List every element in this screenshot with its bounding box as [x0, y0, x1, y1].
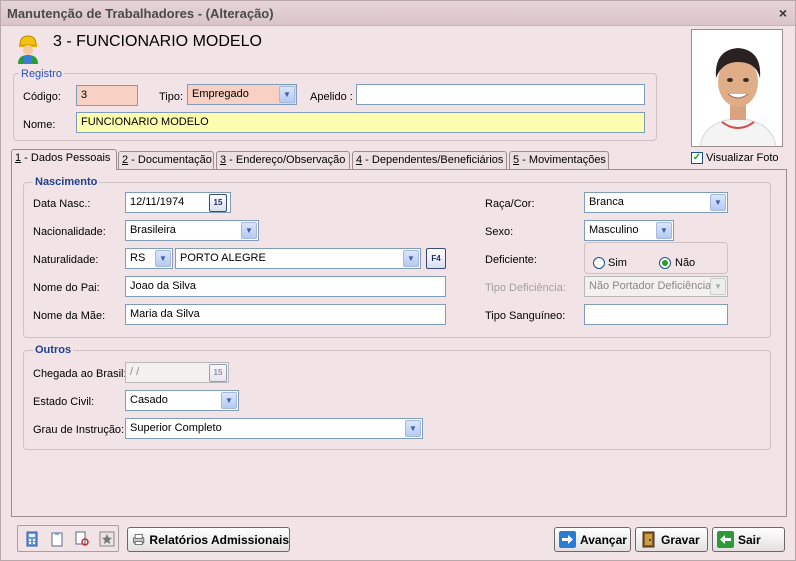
close-icon[interactable]: × — [779, 5, 787, 21]
instrucao-value: Superior Completo — [130, 422, 222, 434]
estado-civil-value: Casado — [130, 394, 168, 406]
calendar-icon: 15 — [209, 364, 227, 382]
tipo-deficiencia-value: Não Portador Deficiência — [589, 280, 712, 292]
instrucao-select[interactable]: Superior Completo ▼ — [125, 418, 423, 439]
data-nasc-value: 12/11/1974 — [130, 196, 185, 208]
chevron-down-icon: ▼ — [656, 222, 672, 239]
tab-label: - Documentação — [128, 154, 212, 166]
mae-field[interactable]: Maria da Silva — [125, 304, 446, 325]
tipo-select-value: Empregado — [192, 88, 249, 100]
codigo-field[interactable]: 3 — [76, 85, 138, 106]
estado-civil-select[interactable]: Casado ▼ — [125, 390, 239, 411]
arrow-right-icon — [559, 531, 576, 548]
f4-lookup-button[interactable]: F4 — [426, 248, 446, 269]
tab-label: - Movimentações — [519, 154, 606, 166]
deficiente-nao-radio[interactable] — [659, 257, 671, 269]
chevron-down-icon: ▼ — [241, 222, 257, 239]
estado-civil-label: Estado Civil: — [33, 396, 95, 408]
document-search-icon[interactable] — [74, 531, 90, 547]
sair-button[interactable]: Sair — [712, 527, 785, 552]
calendar-icon[interactable]: 15 — [209, 194, 227, 212]
tipo-deficiencia-select: Não Portador Deficiência ▼ — [584, 276, 728, 297]
naturalidade-uf-select[interactable]: RS ▼ — [125, 248, 173, 269]
naturalidade-label: Naturalidade: — [33, 254, 99, 266]
deficiente-radio-group — [584, 242, 728, 274]
worker-icon — [18, 35, 38, 64]
deficiente-label: Deficiente: — [485, 254, 537, 266]
tab-documentacao[interactable]: 2 - Documentação — [118, 151, 214, 169]
tab-movimentacoes[interactable]: 5 - Movimentações — [509, 151, 609, 169]
printer-icon — [133, 533, 145, 546]
tab-label: - Dados Pessoais — [21, 152, 111, 164]
calculator-icon[interactable] — [24, 531, 40, 547]
pai-label: Nome do Pai: — [33, 282, 100, 294]
raca-label: Raça/Cor: — [485, 198, 535, 210]
relatorios-label: Relatórios Admissionais — [149, 532, 289, 547]
chegada-label: Chegada ao Brasil: — [33, 368, 127, 380]
employee-heading: 3 - FUNCIONARIO MODELO — [53, 33, 262, 50]
tipo-select[interactable]: Empregado ▼ — [187, 84, 297, 105]
nascimento-group-title: Nascimento — [33, 176, 100, 188]
registro-group-title: Registro — [19, 68, 64, 80]
codigo-label: Código: — [23, 91, 61, 103]
outros-group-title: Outros — [33, 344, 74, 356]
gravar-label: Gravar — [661, 532, 700, 547]
tab-dependentes[interactable]: 4 - Dependentes/Beneficiários — [352, 151, 507, 169]
sexo-select[interactable]: Masculino ▼ — [584, 220, 674, 241]
tab-label: - Endereço/Observação — [226, 154, 346, 166]
apelido-field[interactable] — [356, 84, 645, 105]
tipo-label: Tipo: — [159, 91, 184, 103]
deficiente-nao-label: Não — [675, 257, 696, 269]
raca-value: Branca — [589, 196, 624, 208]
instrucao-label: Grau de Instrução: — [33, 424, 125, 436]
title-bar[interactable]: Manutenção de Trabalhadores - (Alteração… — [1, 1, 795, 26]
apelido-label: Apelido : — [310, 91, 353, 103]
exit-arrow-icon — [717, 531, 734, 548]
raca-select[interactable]: Branca ▼ — [584, 192, 728, 213]
employee-photo-image — [692, 30, 782, 146]
mae-label: Nome da Mãe: — [33, 310, 106, 322]
relatorios-admissionais-button[interactable]: Relatórios Admissionais — [127, 527, 290, 552]
tab-dados-pessoais[interactable]: 1 - Dados Pessoais — [11, 149, 117, 170]
nome-field[interactable]: FUNCIONARIO MODELO — [76, 112, 645, 133]
chegada-value: / / — [130, 366, 140, 378]
gravar-button[interactable]: Gravar — [635, 527, 708, 552]
clipboard-icon[interactable] — [49, 531, 65, 547]
deficiente-sim-label: Sim — [608, 257, 627, 269]
avancar-button[interactable]: Avançar — [554, 527, 631, 552]
chevron-down-icon: ▼ — [155, 250, 171, 267]
chevron-down-icon: ▼ — [710, 194, 726, 211]
sexo-label: Sexo: — [485, 226, 514, 238]
window-title: Manutenção de Trabalhadores - (Alteração… — [7, 6, 274, 21]
employee-photo — [691, 29, 783, 147]
naturalidade-city-value: PORTO ALEGRE — [180, 252, 266, 264]
nacionalidade-value: Brasileira — [130, 224, 176, 236]
chevron-down-icon: ▼ — [405, 420, 421, 437]
naturalidade-city-select[interactable]: PORTO ALEGRE ▼ — [175, 248, 421, 269]
show-photo-label: Visualizar Foto — [706, 152, 779, 164]
main-window: Manutenção de Trabalhadores - (Alteração… — [0, 0, 796, 561]
deficiente-sim-radio[interactable] — [593, 257, 605, 269]
avancar-label: Avançar — [580, 532, 627, 547]
toolbar-icons — [17, 525, 119, 552]
pai-field[interactable]: Joao da Silva — [125, 276, 446, 297]
chevron-down-icon: ▼ — [710, 278, 726, 295]
data-nasc-label: Data Nasc.: — [33, 198, 91, 210]
save-door-icon — [642, 531, 655, 548]
tab-label: - Dependentes/Beneficiários — [362, 154, 504, 166]
tab-endereco[interactable]: 3 - Endereço/Observação — [216, 151, 350, 169]
tipo-deficiencia-label: Tipo Deficiência: — [485, 282, 566, 294]
chevron-down-icon: ▼ — [279, 86, 295, 103]
nacionalidade-label: Nacionalidade: — [33, 226, 106, 238]
nacionalidade-select[interactable]: Brasileira ▼ — [125, 220, 259, 241]
nome-label: Nome: — [23, 119, 56, 131]
sair-label: Sair — [738, 532, 761, 547]
chevron-down-icon: ▼ — [221, 392, 237, 409]
sangue-field[interactable] — [584, 304, 728, 325]
chevron-down-icon: ▼ — [403, 250, 419, 267]
sangue-label: Tipo Sanguíneo: — [485, 310, 566, 322]
star-icon[interactable] — [99, 531, 115, 547]
show-photo-checkbox[interactable]: ✓ — [691, 152, 703, 164]
